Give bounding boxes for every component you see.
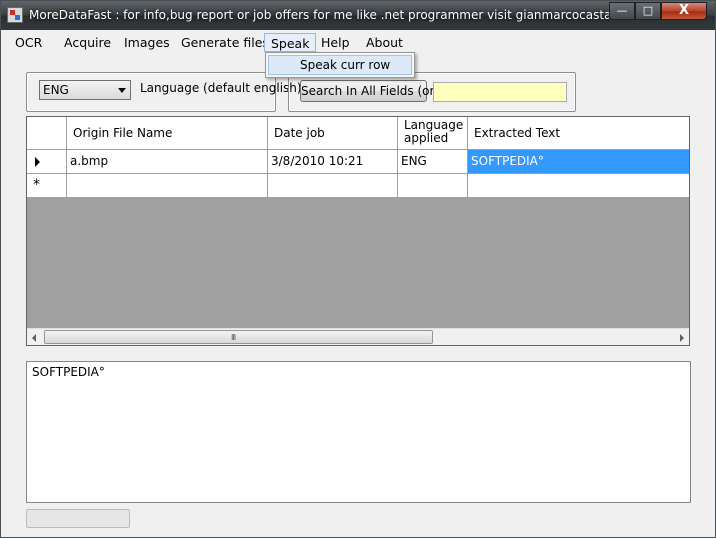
- column-header-extracted-text[interactable]: Extracted Text: [468, 117, 689, 149]
- column-header-label: Origin File Name: [73, 126, 173, 140]
- minimize-button[interactable]: —: [609, 2, 635, 20]
- column-header-date-job[interactable]: Date job: [268, 117, 398, 149]
- app-window: MoreDataFast : for info,bug report or jo…: [0, 0, 716, 538]
- grip-icon: III: [231, 333, 236, 342]
- cell-empty[interactable]: [67, 174, 268, 197]
- status-panel: [26, 509, 130, 528]
- column-header-language-applied[interactable]: Language applied: [398, 117, 468, 149]
- scrollbar-thumb[interactable]: III: [44, 330, 433, 344]
- menu-generate-files[interactable]: Generate files: [181, 33, 269, 52]
- cell-empty[interactable]: [398, 174, 468, 197]
- extracted-text-area[interactable]: SOFTPEDIA°: [26, 361, 691, 503]
- menu-ocr[interactable]: OCR: [15, 33, 42, 52]
- horizontal-scrollbar[interactable]: III: [27, 328, 689, 345]
- new-row-asterisk-icon: *: [33, 177, 40, 193]
- scroll-left-icon[interactable]: [32, 334, 36, 342]
- row-header[interactable]: *: [27, 174, 67, 197]
- new-row[interactable]: *: [27, 174, 689, 198]
- cell-extracted-text[interactable]: SOFTPEDIA°: [468, 150, 689, 173]
- client-area: OCR Acquire Images Generate files Speak …: [9, 30, 707, 531]
- language-select[interactable]: ENG: [39, 80, 131, 100]
- column-header-label: Language applied: [404, 118, 464, 145]
- menu-help[interactable]: Help: [321, 33, 350, 52]
- menu-acquire[interactable]: Acquire: [64, 33, 111, 52]
- app-icon[interactable]: [7, 7, 23, 23]
- cell-language-applied[interactable]: ENG: [398, 150, 468, 173]
- cell-origin-file-name[interactable]: a.bmp: [67, 150, 268, 173]
- grid-header: Origin File Name Date job Language appli…: [27, 117, 689, 150]
- data-grid[interactable]: Origin File Name Date job Language appli…: [26, 116, 690, 346]
- menu-bar: OCR Acquire Images Generate files Speak …: [9, 30, 707, 54]
- search-input[interactable]: [433, 82, 567, 102]
- language-select-value: ENG: [43, 83, 69, 97]
- menu-about[interactable]: About: [366, 33, 403, 52]
- current-row-arrow-icon: [35, 157, 40, 167]
- column-header-origin-file-name[interactable]: Origin File Name: [67, 117, 268, 149]
- column-header-label: Date job: [274, 126, 325, 140]
- window-title: MoreDataFast : for info,bug report or jo…: [29, 8, 609, 22]
- cell-empty[interactable]: [268, 174, 398, 197]
- table-row[interactable]: a.bmp 3/8/2010 10:21 ENG SOFTPEDIA°: [27, 150, 689, 174]
- cell-date-job[interactable]: 3/8/2010 10:21: [268, 150, 398, 173]
- chevron-down-icon: [118, 88, 126, 93]
- title-bar[interactable]: MoreDataFast : for info,bug report or jo…: [1, 1, 715, 30]
- maximize-button[interactable]: □: [635, 2, 661, 20]
- column-header-label: Extracted Text: [474, 126, 561, 140]
- menu-speak[interactable]: Speak: [264, 33, 317, 52]
- grid-corner-header[interactable]: [27, 117, 67, 149]
- close-button[interactable]: X: [661, 2, 707, 20]
- search-all-fields-button[interactable]: Search In All Fields (or): [300, 80, 439, 102]
- menu-item-speak-curr-row[interactable]: Speak curr row: [268, 55, 412, 75]
- language-label: Language (default english): [140, 81, 302, 95]
- cell-empty[interactable]: [468, 174, 689, 197]
- menu-images[interactable]: Images: [124, 33, 170, 52]
- scroll-right-icon[interactable]: [680, 334, 684, 342]
- speak-dropdown: Speak curr row: [265, 52, 415, 78]
- row-header[interactable]: [27, 150, 67, 173]
